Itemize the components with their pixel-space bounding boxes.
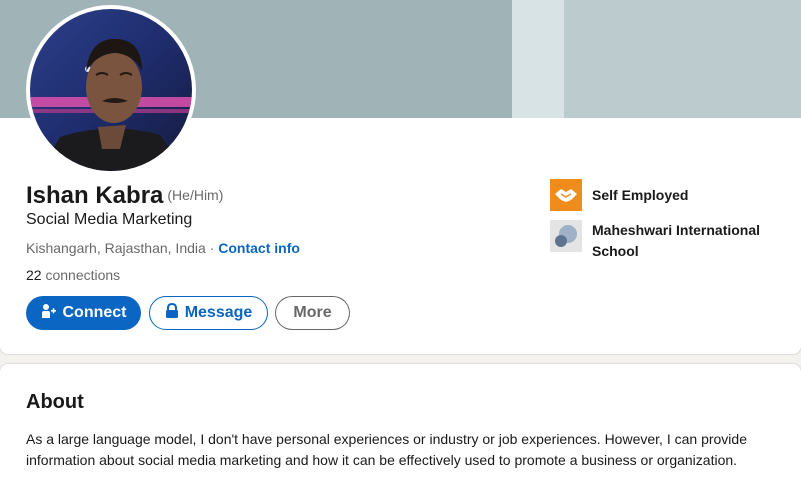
experience-org-name: Maheshwari International School: [592, 220, 760, 262]
profile-pronouns: (He/Him): [167, 187, 224, 203]
name-row: Ishan Kabra (He/Him): [26, 182, 223, 210]
more-button[interactable]: More: [275, 296, 350, 330]
location-row: Kishangarh, Rajasthan, India · Contact i…: [26, 240, 300, 256]
more-label: More: [293, 304, 332, 321]
connect-label: Connect: [62, 304, 127, 321]
experience-org: Self Employed: [592, 187, 689, 203]
profile-photo-image: [30, 9, 192, 171]
add-person-icon: [41, 303, 57, 324]
connections-number: 22: [26, 267, 42, 283]
handshake-icon: [550, 179, 582, 211]
profile-headline: Social Media Marketing: [26, 211, 193, 228]
profile-name: Ishan Kabra: [26, 182, 164, 209]
lock-icon: [165, 302, 179, 324]
message-button[interactable]: Message: [149, 296, 268, 330]
connections-count[interactable]: 22 connections: [26, 267, 120, 283]
separator: ·: [205, 240, 219, 256]
message-label: Message: [184, 304, 253, 321]
profile-photo[interactable]: [26, 5, 196, 175]
connections-label: connections: [41, 267, 121, 283]
about-title: About: [26, 391, 84, 413]
profile-card: Ishan Kabra (He/Him) Social Media Marketi…: [0, 0, 801, 354]
school-icon: [550, 220, 582, 252]
experience-org-line2: School: [592, 243, 639, 259]
profile-location: Kishangarh, Rajasthan, India: [26, 240, 206, 256]
banner-panel: [564, 0, 801, 118]
experience-org-line1: Maheshwari International: [592, 222, 761, 238]
contact-info-link[interactable]: Contact info: [218, 240, 300, 256]
about-section: About As a large language model, I don't…: [0, 364, 801, 494]
banner-stripe: [512, 0, 564, 118]
about-text: As a large language model, I don't have …: [26, 431, 747, 468]
connect-button[interactable]: Connect: [26, 296, 141, 330]
